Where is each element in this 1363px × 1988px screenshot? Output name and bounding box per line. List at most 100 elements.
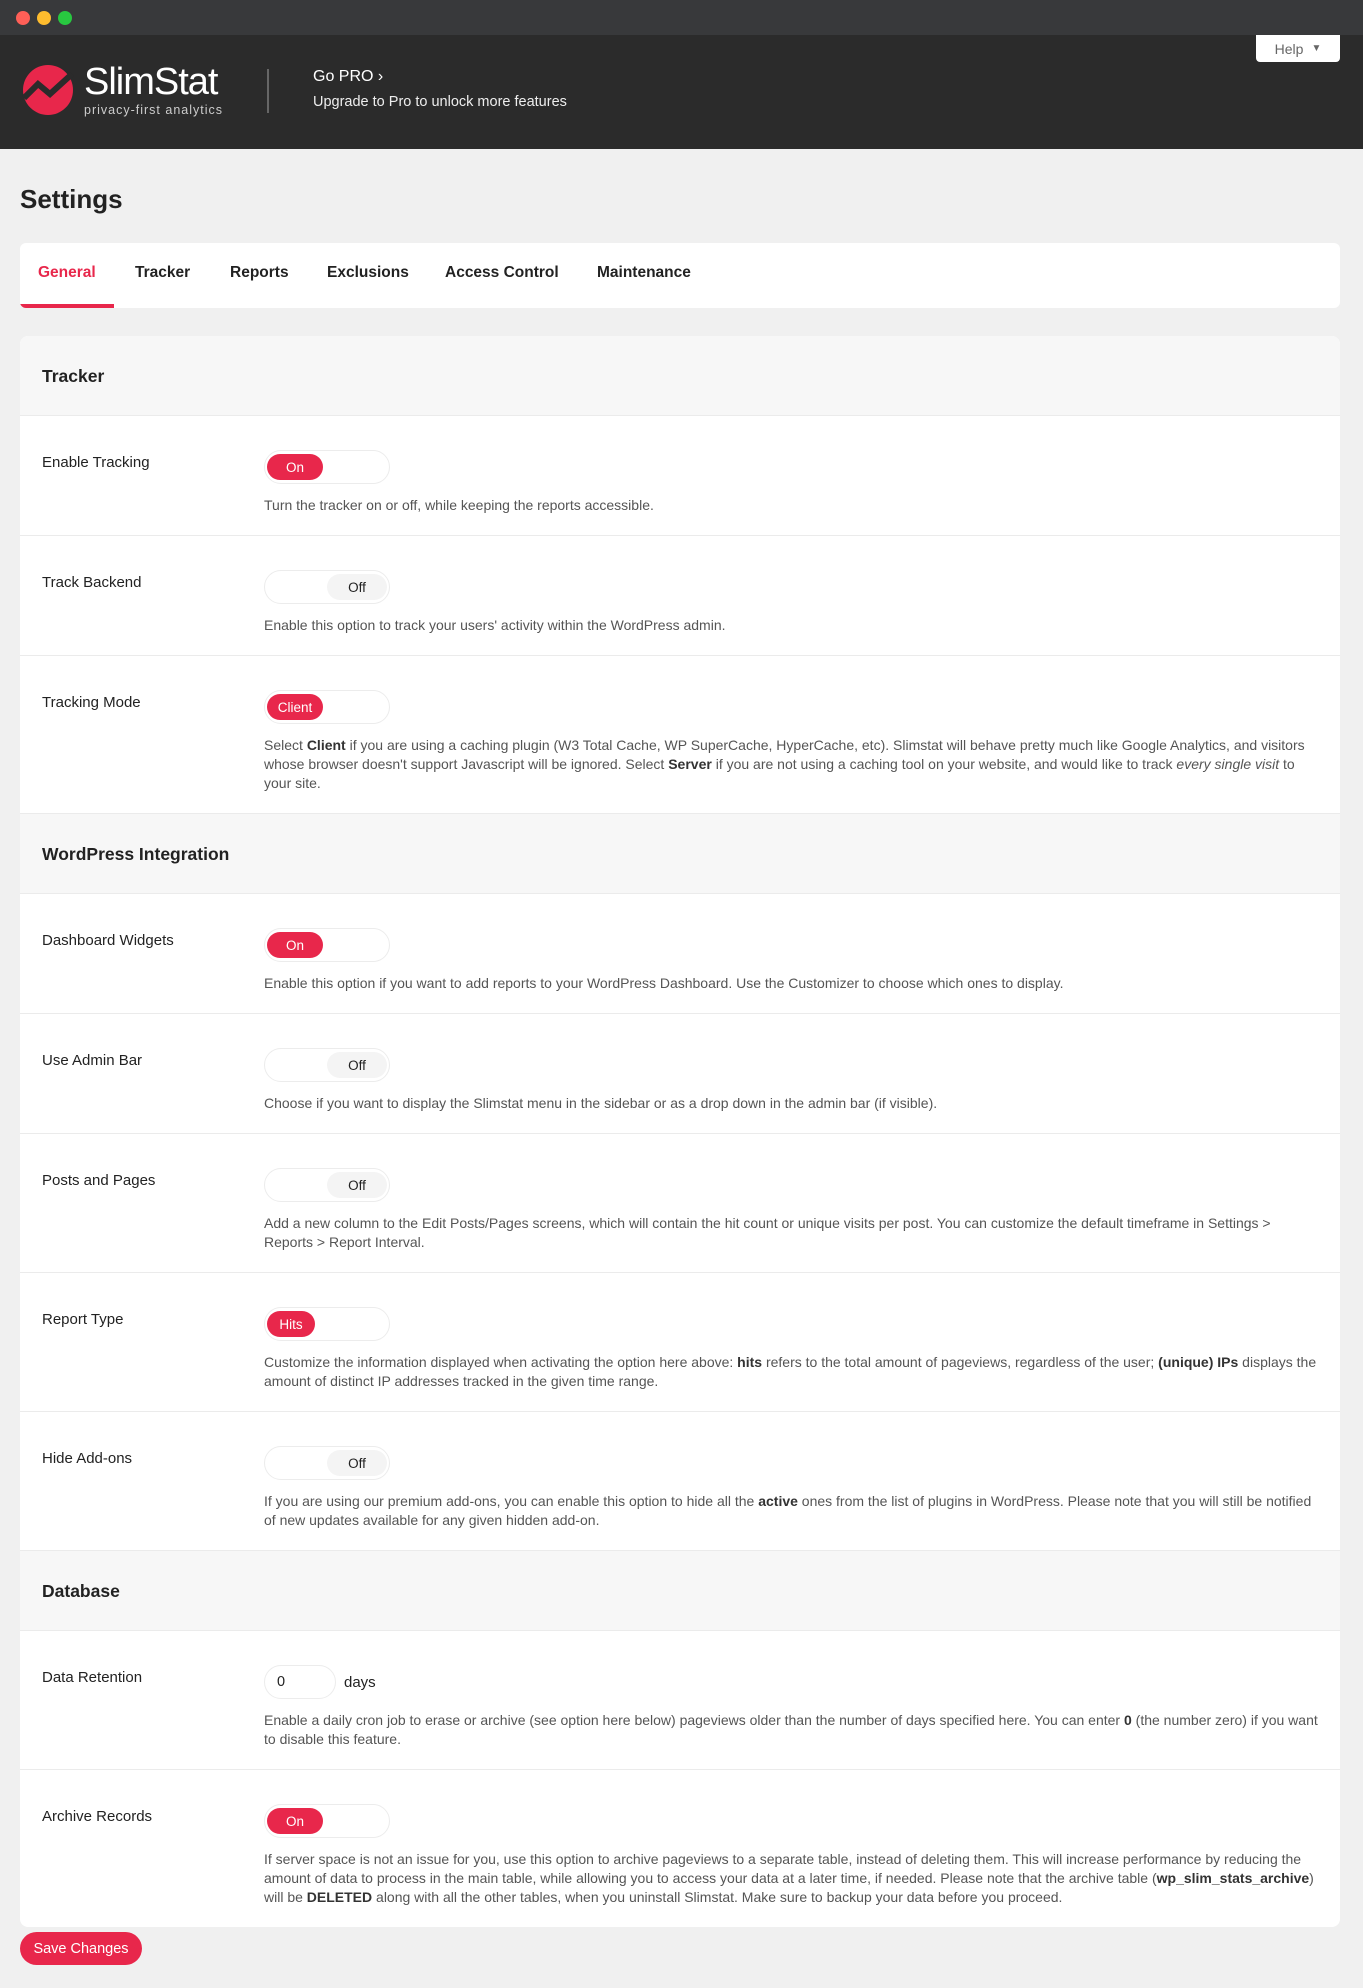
setting-description: Add a new column to the Edit Posts/Pages… — [264, 1214, 1320, 1252]
desc-text: Enable a daily cron job to erase or arch… — [264, 1712, 1124, 1728]
setting-description: Enable this option to track your users' … — [264, 616, 1320, 635]
brand-tagline: privacy-first analytics — [84, 103, 223, 117]
settings-card: Tracker Enable Tracking On Turn the trac… — [20, 336, 1340, 1927]
setting-description: If server space is not an issue for you,… — [264, 1850, 1320, 1907]
desc-text: along with all the other tables, when yo… — [372, 1889, 1063, 1905]
help-label: Help — [1274, 40, 1304, 57]
toggle-state: On — [267, 454, 323, 480]
maximize-window-button[interactable] — [58, 11, 72, 25]
desc-text: refers to the total amount of pageviews,… — [762, 1354, 1159, 1370]
setting-label: Posts and Pages — [42, 1172, 156, 1189]
desc-bold: 0 — [1123, 1712, 1132, 1728]
setting-label: Hide Add-ons — [42, 1450, 133, 1467]
slimstat-logo[interactable]: SlimStat privacy-first analytics — [22, 63, 223, 117]
report-type-toggle[interactable]: Hits — [264, 1307, 390, 1341]
toggle-state: Client — [267, 694, 323, 720]
tab-maintenance[interactable]: Maintenance — [597, 243, 691, 308]
track-backend-toggle[interactable]: Off — [264, 570, 390, 604]
section-header-tracker: Tracker — [20, 336, 1340, 416]
desc-text: Add a new column to the Edit Posts/Pages… — [264, 1215, 1271, 1250]
setting-label: Tracking Mode — [42, 694, 141, 711]
setting-description: Turn the tracker on or off, while keepin… — [264, 496, 1320, 515]
tab-reports[interactable]: Reports — [230, 243, 289, 308]
desc-text: Select — [264, 737, 307, 753]
setting-label: Report Type — [42, 1311, 124, 1328]
close-window-button[interactable] — [16, 11, 30, 25]
toggle-state: Hits — [267, 1311, 315, 1337]
minimize-window-button[interactable] — [37, 11, 51, 25]
setting-dashboard-widgets: Dashboard Widgets On Enable this option … — [20, 894, 1340, 1014]
setting-description: Enable a daily cron job to erase or arch… — [264, 1711, 1320, 1749]
setting-posts-and-pages: Posts and Pages Off Add a new column to … — [20, 1134, 1340, 1273]
section-header-database: Database — [20, 1551, 1340, 1631]
desc-bold: wp_slim_stats_archive — [1156, 1870, 1310, 1886]
desc-bold: hits — [737, 1354, 763, 1370]
desc-bold: Client — [306, 737, 346, 753]
toggle-state: Off — [327, 1450, 387, 1476]
setting-track-backend: Track Backend Off Enable this option to … — [20, 536, 1340, 656]
desc-bold: active — [758, 1493, 798, 1509]
setting-report-type: Report Type Hits Customize the informati… — [20, 1273, 1340, 1412]
enable-tracking-toggle[interactable]: On — [264, 450, 390, 484]
chevron-right-icon: › — [377, 68, 384, 85]
desc-text: if you are not using a caching tool on y… — [711, 756, 1177, 772]
dashboard-widgets-toggle[interactable]: On — [264, 928, 390, 962]
toggle-state: Off — [327, 574, 387, 600]
setting-hide-addons: Hide Add-ons Off If you are using our pr… — [20, 1412, 1340, 1551]
toggle-state: Off — [327, 1172, 387, 1198]
desc-text: Choose if you want to display the Slimst… — [264, 1095, 938, 1111]
tab-tracker[interactable]: Tracker — [135, 243, 190, 308]
setting-description: If you are using our premium add-ons, yo… — [264, 1492, 1320, 1530]
toggle-state: On — [267, 932, 323, 958]
hide-addons-toggle[interactable]: Off — [264, 1446, 390, 1480]
window-titlebar — [0, 0, 1363, 35]
desc-text: If server space is not an issue for you,… — [264, 1851, 1302, 1886]
desc-italic: every single visit — [1176, 756, 1280, 772]
brand-name: SlimStat — [84, 61, 218, 103]
desc-text: If you are using our premium add-ons, yo… — [264, 1493, 759, 1509]
setting-label: Enable Tracking — [42, 454, 150, 471]
toggle-state: On — [267, 1808, 323, 1834]
go-pro-label: Go PRO — [313, 68, 374, 85]
setting-description: Customize the information displayed when… — [264, 1353, 1320, 1391]
tracking-mode-toggle[interactable]: Client — [264, 690, 390, 724]
tab-exclusions[interactable]: Exclusions — [327, 243, 409, 308]
toggle-state: Off — [327, 1052, 387, 1078]
tab-access-control[interactable]: Access Control — [445, 243, 559, 308]
archive-records-toggle[interactable]: On — [264, 1804, 390, 1838]
retention-days-input[interactable]: 0 — [264, 1665, 336, 1699]
setting-label: Archive Records — [42, 1808, 153, 1825]
section-header-wordpress-integration: WordPress Integration — [20, 814, 1340, 894]
desc-text: Customize the information displayed when… — [264, 1354, 738, 1370]
setting-label: Track Backend — [42, 574, 142, 591]
settings-tabs: General Tracker Reports Exclusions Acces… — [20, 243, 1340, 308]
desc-text: Enable this option if you want to add re… — [264, 975, 1064, 991]
days-unit-label: days — [344, 1673, 376, 1691]
go-pro-subtitle: Upgrade to Pro to unlock more features — [313, 94, 567, 110]
caret-down-icon: ▼ — [1311, 43, 1322, 54]
admin-bar-toggle[interactable]: Off — [264, 1048, 390, 1082]
setting-use-admin-bar: Use Admin Bar Off Choose if you want to … — [20, 1014, 1340, 1134]
setting-label: Data Retention — [42, 1669, 143, 1686]
desc-bold: Server — [668, 756, 712, 772]
desc-bold: DELETED — [306, 1889, 373, 1905]
setting-description: Select Client if you are using a caching… — [264, 736, 1320, 793]
go-pro-link[interactable]: Go PRO › — [313, 68, 383, 86]
setting-archive-records: Archive Records On If server space is no… — [20, 1770, 1340, 1927]
desc-text: Turn the tracker on or off, while keepin… — [264, 497, 654, 513]
header-divider — [267, 69, 269, 113]
app-header: SlimStat privacy-first analytics Go PRO … — [0, 35, 1363, 149]
save-changes-button[interactable]: Save Changes — [20, 1932, 142, 1965]
setting-label: Use Admin Bar — [42, 1052, 143, 1069]
setting-enable-tracking: Enable Tracking On Turn the tracker on o… — [20, 416, 1340, 536]
posts-pages-toggle[interactable]: Off — [264, 1168, 390, 1202]
desc-text: Enable this option to track your users' … — [264, 617, 726, 633]
desc-bold: (unique) IPs — [1158, 1354, 1239, 1370]
setting-description: Choose if you want to display the Slimst… — [264, 1094, 1320, 1113]
tab-general[interactable]: General — [20, 243, 114, 308]
setting-label: Dashboard Widgets — [42, 932, 174, 949]
setting-tracking-mode: Tracking Mode Client Select Client if yo… — [20, 656, 1340, 814]
help-dropdown[interactable]: Help ▼ — [1256, 35, 1340, 62]
setting-description: Enable this option if you want to add re… — [264, 974, 1320, 993]
page-title: Settings — [20, 184, 123, 214]
